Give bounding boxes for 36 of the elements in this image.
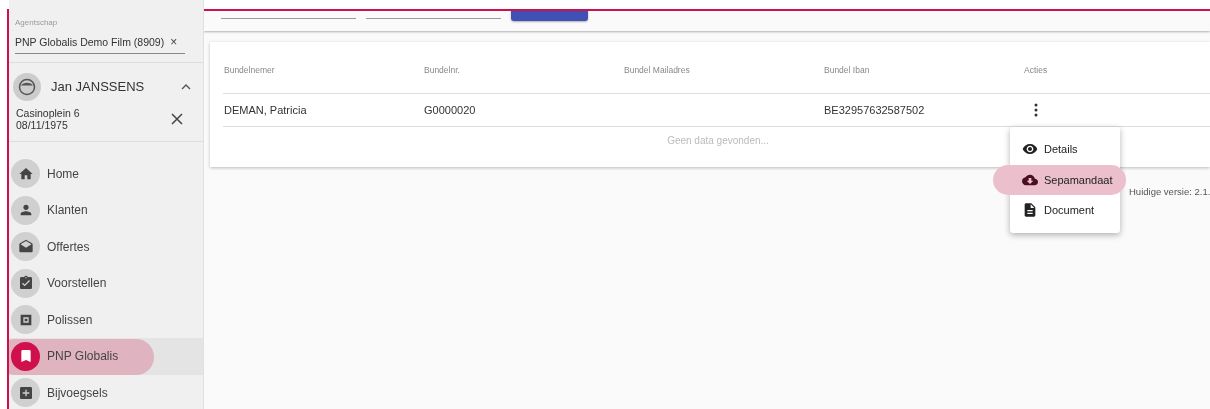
empty-message: Geen data gevonden... bbox=[667, 135, 769, 146]
menu-item[interactable]: Document bbox=[1010, 195, 1120, 226]
column-header: Bundel Mailadres bbox=[624, 65, 690, 75]
person-icon bbox=[11, 195, 40, 225]
customer-name: Jan JANSSENS bbox=[51, 79, 146, 94]
nav-item[interactable]: Voorstellen bbox=[9, 265, 203, 302]
column-header: Bundel Iban bbox=[824, 65, 870, 75]
table-cell: DEMAN, Patricia bbox=[224, 104, 307, 116]
nav-item[interactable]: Bijvoegsels bbox=[9, 374, 203, 409]
nav-item[interactable]: Klanten bbox=[9, 192, 203, 229]
document-icon bbox=[1022, 202, 1038, 219]
agency-field[interactable]: PNP Globalis Demo Film (8909) × bbox=[15, 31, 185, 54]
customer-address: Casinoplein 6 bbox=[16, 106, 81, 119]
add-box-icon bbox=[11, 378, 40, 408]
home-icon bbox=[11, 159, 40, 189]
menu-item[interactable]: Sepamandaat bbox=[993, 164, 1126, 195]
nav-item[interactable]: Polissen bbox=[9, 301, 203, 338]
field-label: Agentschap bbox=[15, 18, 58, 27]
table-cell: BE32957632587502 bbox=[824, 104, 925, 116]
column-header: Bundelnr. bbox=[424, 65, 460, 75]
clipboard-check-icon bbox=[11, 268, 40, 298]
caret-icon[interactable] bbox=[181, 82, 191, 91]
envelope-icon bbox=[11, 232, 40, 262]
table-cell: G0000020 bbox=[424, 104, 476, 116]
nav-item[interactable]: Home bbox=[9, 155, 203, 192]
menu-item[interactable]: Details bbox=[1010, 134, 1120, 165]
customer-birthdate: 08/11/1975 bbox=[16, 118, 68, 131]
column-header: Bundelnemer bbox=[224, 65, 275, 75]
close-icon[interactable] bbox=[171, 112, 183, 125]
version-text: Huidige versie: 2.1. bbox=[1129, 186, 1210, 197]
column-header: Acties bbox=[1024, 65, 1048, 75]
avatar-icon bbox=[13, 72, 41, 101]
nav-item[interactable]: Offertes bbox=[9, 228, 203, 265]
clear-button[interactable]: × bbox=[170, 35, 178, 49]
bookmark-icon bbox=[11, 341, 40, 371]
nav-item[interactable]: PNP Globalis bbox=[9, 338, 203, 375]
